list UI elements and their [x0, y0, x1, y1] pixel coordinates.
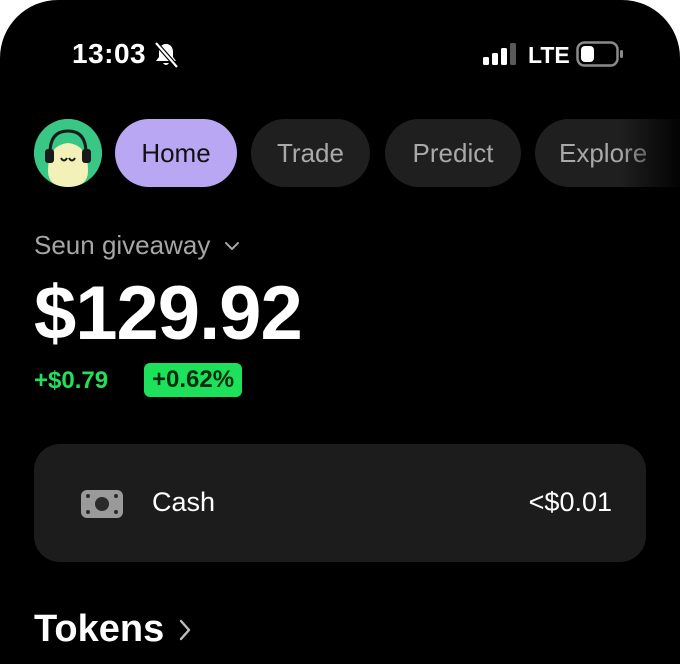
- cash-label: Cash: [152, 487, 216, 517]
- chevron-down-icon: [225, 241, 240, 250]
- account-balance: $129.92: [34, 271, 303, 356]
- tab-home[interactable]: Home: [115, 119, 237, 187]
- battery-icon: [576, 41, 623, 67]
- tab-trade[interactable]: Trade: [251, 119, 370, 187]
- cash-icon: [81, 490, 123, 518]
- avatar-icon: [34, 119, 102, 187]
- tokens-header[interactable]: Tokens: [34, 608, 192, 651]
- network-label: LTE: [528, 42, 570, 68]
- account-name: Seun giveaway: [34, 230, 211, 260]
- account-selector[interactable]: Seun giveaway: [34, 230, 240, 261]
- avatar[interactable]: [34, 119, 102, 187]
- signal-bars-icon: [483, 43, 516, 65]
- status-time: 13:03: [72, 38, 147, 69]
- tab-predict[interactable]: Predict: [385, 119, 521, 187]
- phone-screen: 13:03 LTE Home Trade Predict Explore Seu…: [0, 0, 680, 664]
- tokens-title: Tokens: [34, 608, 165, 650]
- cash-value: <$0.01: [528, 487, 612, 517]
- change-percent-badge: +0.62%: [144, 363, 243, 397]
- tab-explore[interactable]: Explore: [535, 119, 680, 187]
- status-bar: 13:03 LTE: [0, 0, 680, 110]
- change-amount: +$0.79: [34, 367, 109, 394]
- chevron-right-icon: [180, 619, 191, 640]
- cash-card[interactable]: Cash <$0.01: [34, 444, 646, 562]
- bell-slash-icon: [154, 41, 179, 69]
